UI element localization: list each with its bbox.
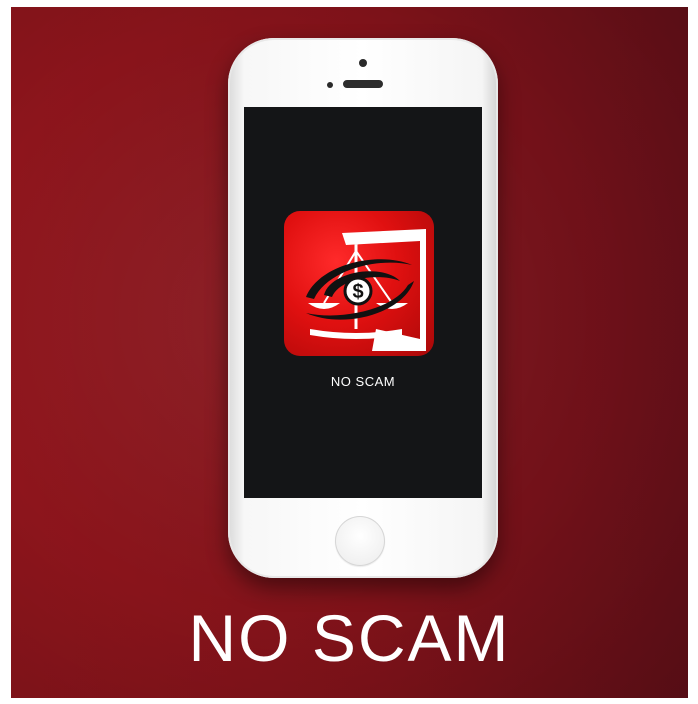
svg-text:$: $ bbox=[352, 281, 363, 303]
phone-screen: $ NO SCAM bbox=[244, 107, 482, 498]
headline-title: NO SCAM bbox=[188, 601, 511, 675]
phone-edge bbox=[236, 570, 490, 584]
home-button[interactable] bbox=[335, 516, 385, 566]
front-camera-icon bbox=[359, 59, 367, 67]
smartphone: $ NO SCAM bbox=[228, 38, 498, 584]
no-scam-app-icon[interactable]: $ bbox=[284, 211, 434, 356]
proximity-sensor-icon bbox=[327, 82, 333, 88]
scale-dollar-logo-icon: $ bbox=[306, 229, 426, 351]
promo-canvas: $ NO SCAM NO SCAM bbox=[11, 7, 688, 698]
app-label[interactable]: NO SCAM bbox=[244, 374, 482, 389]
earpiece-speaker-icon bbox=[343, 80, 383, 88]
